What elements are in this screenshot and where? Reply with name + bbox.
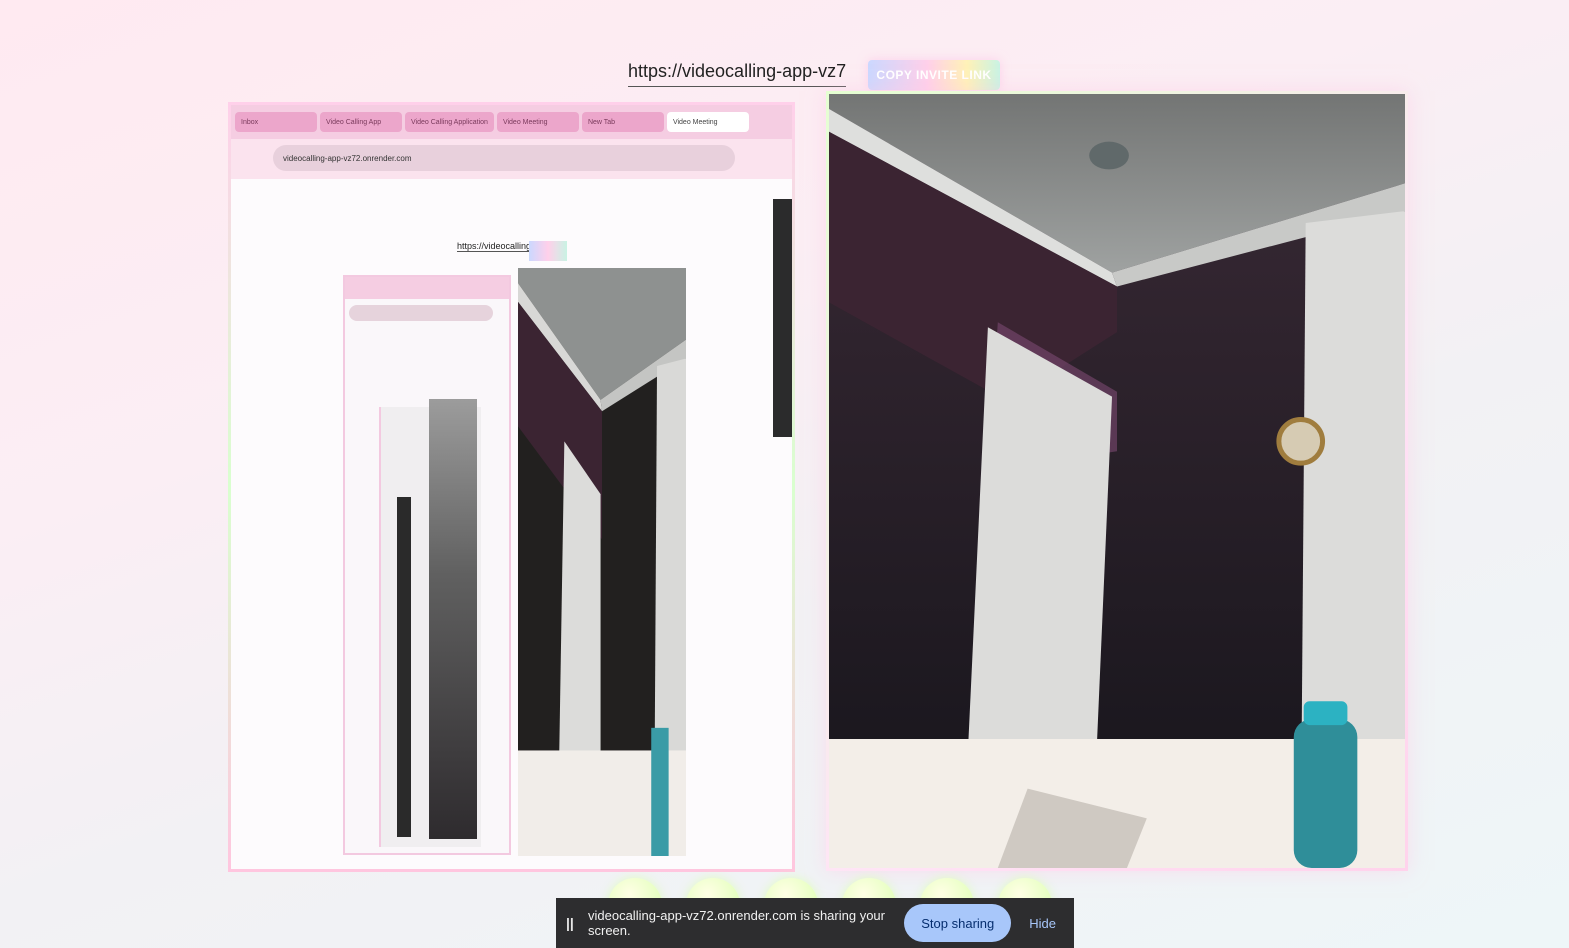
shared-side-panel bbox=[773, 199, 792, 437]
mini-camera-feed bbox=[518, 268, 686, 856]
pause-icon: || bbox=[566, 915, 574, 931]
shared-tab: Video Meeting bbox=[496, 112, 579, 132]
copy-invite-button[interactable]: COPY INVITE LINK bbox=[868, 60, 1000, 90]
recursive-screen bbox=[343, 275, 511, 855]
invite-url-input[interactable] bbox=[628, 56, 846, 87]
shared-tab: Video Calling App bbox=[320, 112, 402, 132]
shared-tab: Video Calling Application bbox=[405, 112, 494, 132]
shared-tab-active: Video Meeting bbox=[666, 112, 749, 132]
camera-scene bbox=[829, 94, 1405, 868]
invite-bar: COPY INVITE LINK bbox=[628, 52, 1008, 92]
shared-tab-strip: Inbox Video Calling App Video Calling Ap… bbox=[231, 105, 792, 139]
shared-address-bar: videocalling-app-vz72.onrender.com bbox=[273, 145, 735, 171]
sharing-message: videocalling-app-vz72.onrender.com is sh… bbox=[588, 908, 885, 938]
screen-share-video: Inbox Video Calling App Video Calling Ap… bbox=[228, 102, 795, 872]
camera-video bbox=[826, 91, 1408, 871]
hide-banner-button[interactable]: Hide bbox=[1023, 915, 1062, 932]
shared-copy-button bbox=[529, 241, 567, 261]
shared-tab: New Tab bbox=[581, 112, 664, 132]
shared-tab: Inbox bbox=[235, 112, 317, 132]
stop-sharing-button[interactable]: Stop sharing bbox=[904, 904, 1012, 942]
screen-sharing-banner: || videocalling-app-vz72.onrender.com is… bbox=[556, 898, 1074, 948]
